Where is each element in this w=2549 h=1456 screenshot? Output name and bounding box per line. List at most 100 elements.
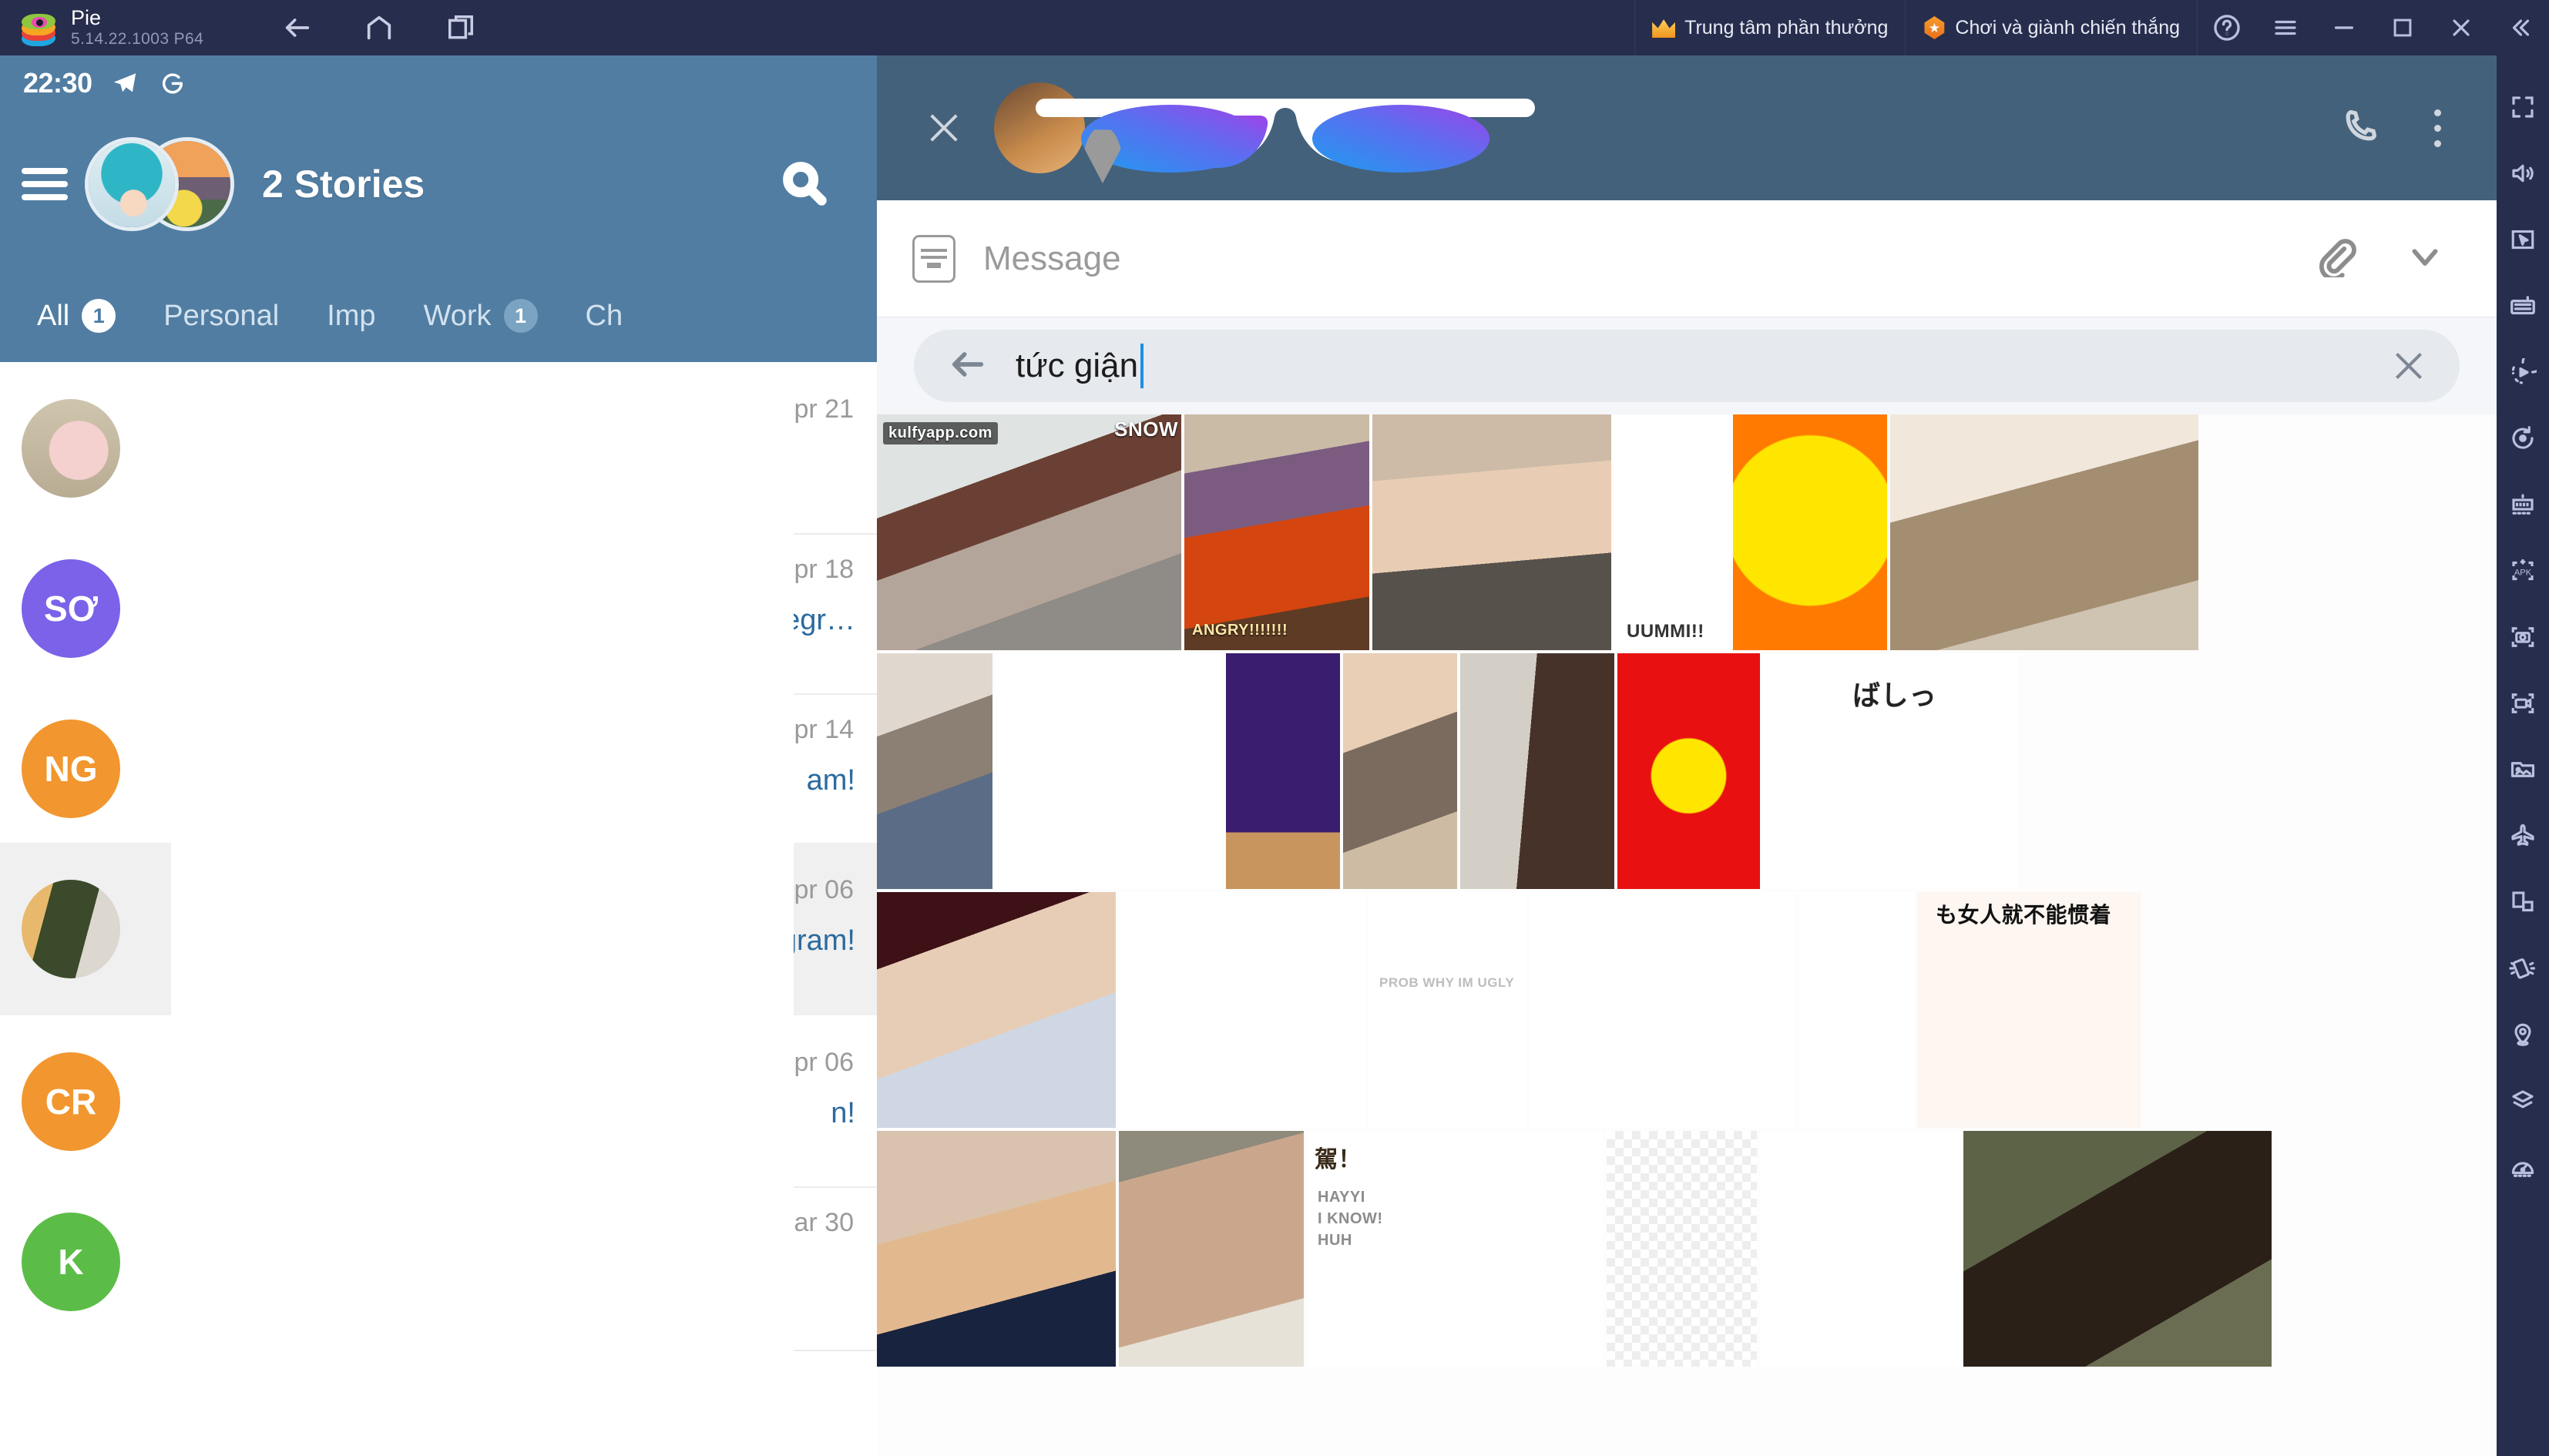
gif-caption: ANGRY!!!!!!! <box>1192 622 1288 639</box>
message-input-bar[interactable]: Message <box>877 200 2497 317</box>
android-nav-buttons <box>280 11 478 45</box>
tab-label: Imp <box>327 299 376 332</box>
search-input-value-wrap[interactable]: tức giận <box>1016 344 1144 388</box>
arrow-left-icon[interactable] <box>948 344 988 388</box>
hamburger-menu-icon[interactable] <box>22 161 68 207</box>
gif-bunny-and-bear[interactable] <box>1607 1131 1757 1367</box>
gif-row: PROB WHY IM UGLY も女人就不能惯着 <box>877 892 2497 1128</box>
gif-row: 駕！ HAYYI I KNOW! HUH <box>877 1131 2497 1367</box>
avatar <box>22 399 120 498</box>
avatar: NG <box>22 720 120 818</box>
gif-lion-cartoon[interactable] <box>1226 653 1340 889</box>
gif-woman-sari[interactable]: kulfyapp.com SNOW <box>877 414 1181 650</box>
chat-list-blank-area <box>171 362 794 1456</box>
recents-button[interactable] <box>444 11 478 45</box>
message-input-placeholder[interactable]: Message <box>983 240 1121 278</box>
gif-row: ばしっ <box>877 653 2497 889</box>
avatar: K <box>22 1213 120 1311</box>
help-button[interactable] <box>2198 0 2256 55</box>
gif-annoyed-boy[interactable] <box>877 653 992 889</box>
search-input-value: tức giận <box>1016 347 1139 384</box>
tab-personal[interactable]: Personal <box>163 300 279 333</box>
gif-brown-bear-angry[interactable]: も女人就不能惯着 <box>1917 892 2141 1128</box>
fullscreen-icon[interactable] <box>2497 74 2549 140</box>
apk-install-icon[interactable]: APK <box>2497 538 2549 604</box>
gif-cats-prob-why[interactable]: PROB WHY IM UGLY <box>1369 892 1526 1128</box>
stories-avatars[interactable] <box>85 134 239 234</box>
rewards-center-button[interactable]: Trung tâm phần thưởng <box>1634 0 1905 55</box>
gif-frowning-baby[interactable] <box>877 1131 1116 1367</box>
rotate-screen-icon[interactable] <box>2497 869 2549 935</box>
gif-pink-bunny-mad[interactable] <box>1760 1131 1960 1367</box>
android-screen: Phu Long joined Telegram! Apr 21 SƠ Apr … <box>0 55 2497 1456</box>
search-icon[interactable] <box>780 159 828 210</box>
camera-icon[interactable] <box>2497 604 2549 670</box>
gif-woman-yelling[interactable] <box>1963 1131 2272 1367</box>
tab-label: Ch <box>585 299 623 332</box>
play-and-win-label: Chơi và giành chiến thắng <box>1955 16 2180 39</box>
tab-work[interactable]: Work 1 <box>424 299 538 333</box>
more-vertical-icon[interactable] <box>2434 109 2441 147</box>
gif-old-man-eating[interactable] <box>1119 1131 1304 1367</box>
tab-label: Work <box>423 299 492 332</box>
tab-all[interactable]: All 1 <box>37 299 116 333</box>
location-pin-icon[interactable] <box>2497 1001 2549 1068</box>
tab-imp[interactable]: Imp <box>327 300 375 333</box>
gif-cat-hayyi[interactable]: 駕！ HAYYI I KNOW! HUH <box>1307 1131 1604 1367</box>
gif-staring-toddler[interactable] <box>1343 653 1457 889</box>
gif-white-cat-uumm[interactable]: UUMMI!! <box>1614 414 1730 650</box>
gif-row: kulfyapp.com SNOW ANGRY!!!!!!! UUMMI!! <box>877 414 2497 650</box>
gif-red-explosion[interactable] <box>1617 653 1760 889</box>
gif-crying-baby[interactable] <box>877 892 1116 1128</box>
close-icon[interactable] <box>922 107 963 149</box>
gif-fluffy-cat[interactable] <box>1890 414 2198 650</box>
bluestacks-logo-icon <box>18 8 59 48</box>
gif-caption: 駕！ <box>1315 1147 1362 1173</box>
maximize-button[interactable] <box>2373 0 2432 55</box>
avatar: CR <box>22 1052 120 1151</box>
play-and-win-button[interactable]: ★ Chơi và giành chiến thắng <box>1905 0 2197 55</box>
gif-caption: UUMMI!! <box>1627 621 1704 642</box>
gif-mask-star-wars[interactable] <box>1460 653 1614 889</box>
collapse-sidebar-button[interactable] <box>2490 0 2549 55</box>
chat-folder-tabs: All 1 Personal Imp Work 1 Ch <box>0 270 877 362</box>
chevron-down-icon[interactable] <box>2404 236 2446 281</box>
gif-anime-girl-angry[interactable] <box>1798 892 1914 1128</box>
gif-grumpy-bunny[interactable] <box>1530 892 1795 1128</box>
keyboard-icon[interactable] <box>2497 273 2549 339</box>
phone-icon[interactable] <box>2340 106 2380 150</box>
minimize-button[interactable] <box>2315 0 2373 55</box>
home-button[interactable] <box>362 11 396 45</box>
video-record-icon[interactable] <box>2497 670 2549 736</box>
tab-ch[interactable]: Ch <box>586 300 623 333</box>
status-clock: 22:30 <box>23 67 92 99</box>
gauge-icon[interactable] <box>2497 1134 2549 1200</box>
gif-angry-kid-orange[interactable]: ANGRY!!!!!!! <box>1184 414 1369 650</box>
paperclip-icon[interactable] <box>2315 236 2356 281</box>
gif-pouting-toddler[interactable] <box>1372 414 1611 650</box>
gif-white-bunny-shout[interactable] <box>996 653 1223 889</box>
airplane-icon[interactable] <box>2497 803 2549 869</box>
close-button[interactable] <box>2432 0 2490 55</box>
back-button[interactable] <box>280 11 314 45</box>
search-input[interactable]: tức giận <box>914 330 2460 402</box>
telegram-conversation-pane: seen at 15.2 <box>877 55 2497 1456</box>
record-circle-icon[interactable] <box>2497 405 2549 471</box>
tab-label: Personal <box>163 299 280 332</box>
play-circle-icon[interactable] <box>2497 339 2549 405</box>
cursor-in-box-icon[interactable] <box>2497 206 2549 273</box>
speaker-icon[interactable] <box>2497 140 2549 206</box>
gif-peach-cat-shout[interactable] <box>1119 892 1365 1128</box>
clear-search-icon[interactable] <box>2389 347 2426 384</box>
app-title: Pie <box>71 6 102 29</box>
shake-icon[interactable] <box>2497 935 2549 1001</box>
keyboard-icon[interactable] <box>912 234 955 283</box>
gif-anime-rage-yellow[interactable] <box>1733 414 1887 650</box>
layers-icon[interactable] <box>2497 1068 2549 1134</box>
telegram-top-row: 2 Stories <box>0 119 877 250</box>
instance-manager-icon[interactable] <box>2497 471 2549 538</box>
gif-two-cats-bashi[interactable]: ばしっ <box>1763 653 2017 889</box>
menu-button[interactable] <box>2256 0 2315 55</box>
image-folder-icon[interactable] <box>2497 736 2549 803</box>
tab-label: All <box>37 299 70 332</box>
